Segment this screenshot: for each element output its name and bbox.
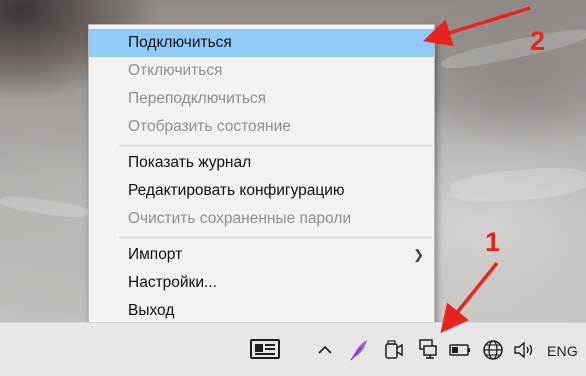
annotation-arrow-1 <box>440 261 499 334</box>
annotation-arrow-2 <box>422 6 531 47</box>
annotation-label-2: 2 <box>530 26 546 56</box>
annotation-arrows <box>422 6 531 334</box>
annotation-label-1: 1 <box>485 227 501 257</box>
